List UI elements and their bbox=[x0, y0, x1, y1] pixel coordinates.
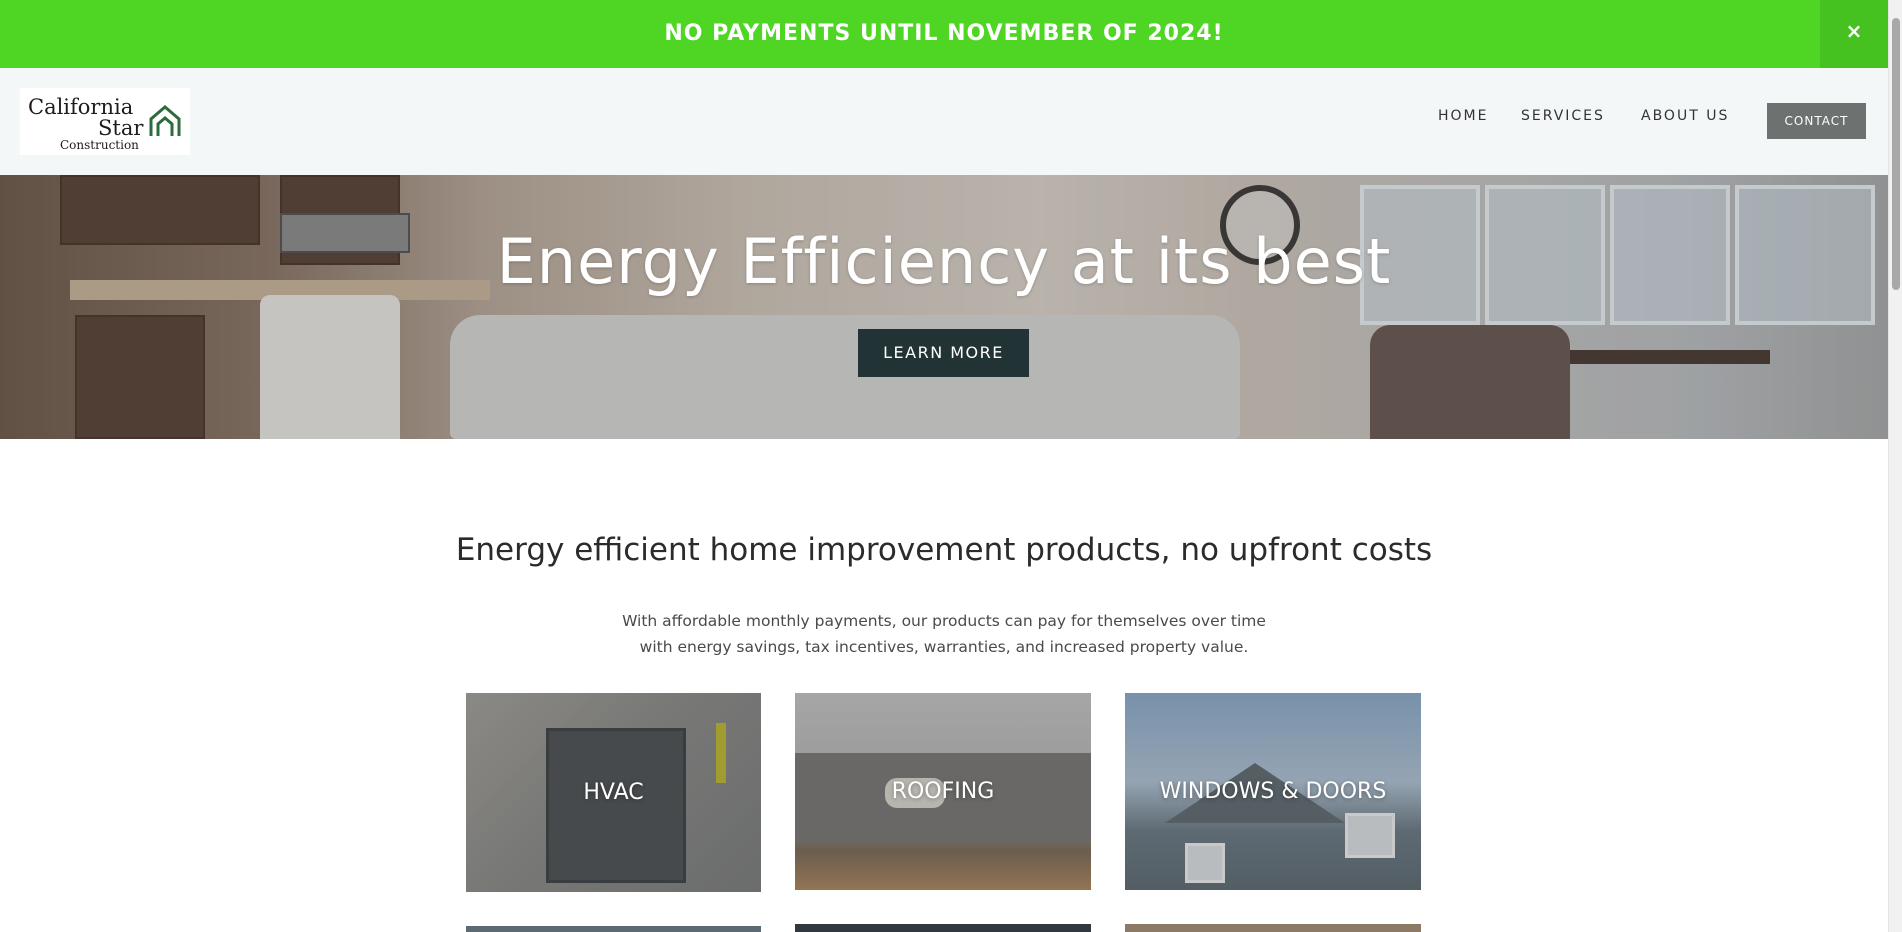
service-card-label: ROOFING bbox=[891, 779, 995, 804]
service-card-row2-2[interactable] bbox=[795, 924, 1091, 932]
hero-title: Energy Efficiency at its best bbox=[496, 225, 1392, 298]
nav-about-us[interactable]: ABOUT US bbox=[1641, 108, 1729, 124]
service-card-windows-doors[interactable]: WINDOWS & DOORS bbox=[1125, 693, 1421, 890]
logo-line-3: Construction bbox=[60, 138, 139, 152]
promo-text: NO PAYMENTS UNTIL NOVEMBER OF 2024! bbox=[664, 21, 1224, 46]
intro-text-line-1: With affordable monthly payments, our pr… bbox=[622, 612, 1266, 630]
service-card-row2-3[interactable] bbox=[1125, 924, 1421, 932]
nav-home[interactable]: HOME bbox=[1438, 108, 1488, 124]
close-icon[interactable]: × bbox=[1820, 0, 1888, 68]
intro-text-line-2: with energy savings, tax incentives, war… bbox=[639, 638, 1249, 656]
service-card-hvac[interactable]: HVAC bbox=[466, 693, 761, 892]
nav-services[interactable]: SERVICES bbox=[1521, 108, 1605, 124]
logo-line-2: Star bbox=[98, 116, 144, 140]
hero-overlay bbox=[0, 175, 1888, 439]
learn-more-button[interactable]: LEARN MORE bbox=[858, 329, 1029, 377]
scrollbar-thumb[interactable] bbox=[1892, 18, 1900, 290]
intro-heading: Energy efficient home improvement produc… bbox=[455, 532, 1433, 568]
intro-text: With affordable monthly payments, our pr… bbox=[0, 608, 1888, 660]
page-scrollbar[interactable] bbox=[1888, 0, 1902, 932]
service-card-label: HVAC bbox=[583, 780, 644, 805]
contact-button[interactable]: CONTACT bbox=[1767, 103, 1866, 139]
site-logo[interactable]: California Star Construction bbox=[20, 88, 190, 155]
house-icon bbox=[149, 105, 181, 136]
service-card-row2-1[interactable] bbox=[466, 926, 761, 932]
service-card-roofing[interactable]: ROOFING bbox=[795, 693, 1091, 890]
service-card-label: WINDOWS & DOORS bbox=[1159, 779, 1387, 804]
promo-banner: NO PAYMENTS UNTIL NOVEMBER OF 2024! × bbox=[0, 0, 1888, 68]
site-header: California Star Construction HOME SERVIC… bbox=[0, 68, 1888, 175]
hero-banner: Energy Efficiency at its best LEARN MORE bbox=[0, 175, 1888, 439]
